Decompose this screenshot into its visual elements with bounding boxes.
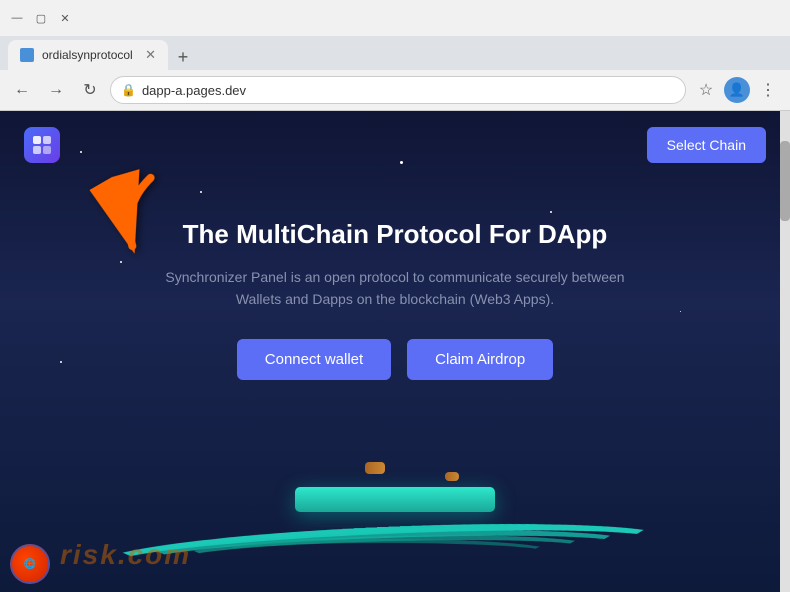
bottom-globe-icon: 🌐 [10, 544, 50, 584]
active-tab[interactable]: ordialsynprotocol ✕ [8, 40, 168, 70]
toolbar-actions: ☆ 👤 ⋮ [692, 76, 782, 104]
refresh-button[interactable]: ↻ [76, 76, 104, 104]
logo-icon [31, 134, 53, 156]
claim-airdrop-button[interactable]: Claim Airdrop [407, 339, 553, 380]
page-content: Select Chain The MultiChain Protocol For… [0, 111, 790, 592]
forward-button[interactable]: → [42, 76, 70, 104]
url-text: dapp-a.pages.dev [142, 83, 246, 98]
logo [24, 127, 60, 163]
ring-innermost [215, 539, 555, 565]
minimize-button[interactable]: — [8, 9, 26, 27]
address-bar[interactable]: 🔒 dapp-a.pages.dev [110, 76, 686, 104]
address-bar-row: ← → ↻ 🔒 dapp-a.pages.dev ☆ 👤 ⋮ [0, 70, 790, 110]
window-controls: — ▢ ✕ [8, 9, 74, 27]
navbar: Select Chain [0, 111, 790, 179]
flying-object-1 [365, 462, 385, 474]
bookmark-button[interactable]: ☆ [692, 76, 720, 104]
close-button[interactable]: ✕ [56, 9, 74, 27]
tab-bar: ordialsynprotocol ✕ + [0, 36, 790, 70]
back-button[interactable]: ← [8, 76, 36, 104]
profile-button[interactable]: 👤 [724, 77, 750, 103]
lock-icon: 🔒 [121, 83, 136, 97]
watermark: risk.com [60, 535, 191, 572]
more-button[interactable]: ⋮ [754, 76, 782, 104]
select-chain-button[interactable]: Select Chain [647, 127, 766, 163]
new-tab-button[interactable]: + [170, 44, 196, 70]
connect-wallet-button[interactable]: Connect wallet [237, 339, 391, 380]
flying-object-2 [445, 472, 459, 481]
browser-chrome: — ▢ ✕ ordialsynprotocol ✕ + ← → ↻ 🔒 dapp… [0, 0, 790, 111]
tab-close-button[interactable]: ✕ [145, 47, 156, 63]
platform [295, 487, 495, 512]
hero-buttons: Connect wallet Claim Airdrop [20, 339, 770, 380]
tab-favicon [20, 48, 34, 62]
maximize-button[interactable]: ▢ [32, 9, 50, 27]
hero-subtitle: Synchronizer Panel is an open protocol t… [155, 266, 635, 311]
title-bar: — ▢ ✕ [0, 0, 790, 36]
tab-title: ordialsynprotocol [42, 48, 133, 62]
